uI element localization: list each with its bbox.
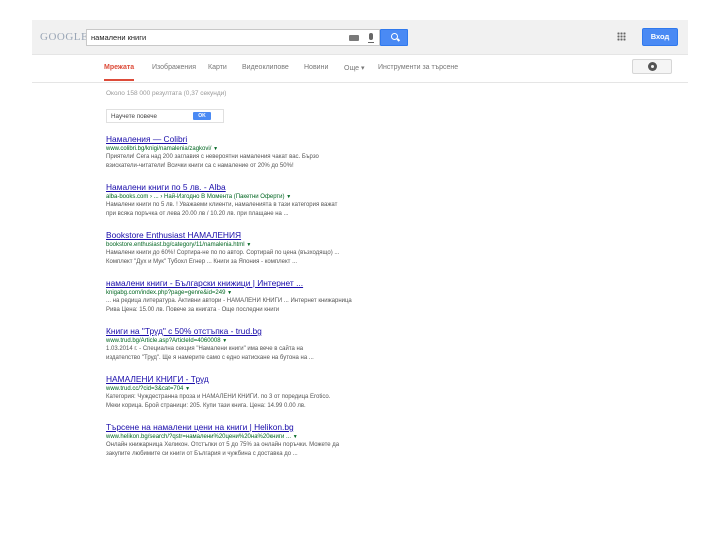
search-icon <box>391 33 398 40</box>
search-tabs: Мрежата Изображения Карти Видеоклипове Н… <box>32 54 688 83</box>
result-snippet-line: Намалени книги по 5 лв. ! Уважаеми клиен… <box>106 202 338 208</box>
apps-grid-icon[interactable] <box>617 32 626 41</box>
result-title-link[interactable]: Намаления — Colibri <box>106 134 406 145</box>
result-snippet-line: Меки корица. Брой страници: 205. Купи та… <box>106 402 306 409</box>
url-dropdown-icon[interactable]: ▼ <box>185 386 190 392</box>
result-url-text: www.colibri.bg/knigi/namalenia/zagkovi/ <box>106 146 212 152</box>
result-snippet-line: издателство "Труд". Ще я намерите само с… <box>106 354 314 361</box>
result-url: www.trud.cc/?cid=3&cat=704 ▼ <box>106 385 406 393</box>
result-title-link[interactable]: Bookstore Enthusiast НАМАЛЕНИЯ <box>106 230 406 241</box>
tab-news[interactable]: Новини <box>304 64 328 71</box>
active-tab-indicator <box>104 79 134 81</box>
result-snippet-line: взискатели-читатели! Всички книги са с н… <box>106 162 294 169</box>
search-result: Намаления — Colibri www.colibri.bg/knigi… <box>106 134 406 170</box>
results-list: Намаления — Colibri www.colibri.bg/knigi… <box>106 134 406 470</box>
google-logo[interactable]: GOOGLE <box>40 31 88 43</box>
result-snippet-line: Категория: Чуждестранна проза и НАМАЛЕНИ… <box>106 394 331 400</box>
result-snippet-line: при всяка поръчка от лева 20.00 лв / 10.… <box>106 210 289 217</box>
result-snippet-line: Приятели! Сега над 200 заглавия с неверо… <box>106 154 319 160</box>
result-url-text: www.trud.bg/Article.asp?ArticleId=406000… <box>106 338 221 344</box>
signin-button[interactable]: Вход <box>642 28 678 46</box>
tab-maps[interactable]: Карти <box>208 64 227 71</box>
result-url-text: alba-books.com › ... › Най-Изгодно В Мом… <box>106 194 285 200</box>
result-snippet-line: Комплект "Дух и Мук" Тубохл Егнер ... Кн… <box>106 258 298 265</box>
result-snippet-line: Рива Цена: 15.00 лв. Повече за книгата ·… <box>106 306 280 313</box>
result-url: knigabg.com/index.php?page=genre&id=249 … <box>106 289 406 297</box>
tab-search-tools[interactable]: Инструменти за търсене <box>378 64 458 71</box>
result-snippet-line: Онлайн книжарница Хеликон. Отстъпки от 5… <box>106 442 340 448</box>
search-result: Bookstore Enthusiast НАМАЛЕНИЯ bookstore… <box>106 230 406 266</box>
search-result: Намалени книги по 5 лв. - Alba alba-book… <box>106 182 406 218</box>
url-dropdown-icon[interactable]: ▼ <box>213 146 218 152</box>
result-url: www.colibri.bg/knigi/namalenia/zagkovi/ … <box>106 145 406 153</box>
search-button[interactable] <box>380 29 408 46</box>
result-url-text: knigabg.com/index.php?page=genre&id=249 <box>106 290 226 296</box>
result-title-link[interactable]: Книги на "Труд" с 50% отстъпка - trud.bg <box>106 326 406 337</box>
result-title-link[interactable]: НАМАЛЕНИ КНИГИ - Труд <box>106 374 406 385</box>
result-title-link[interactable]: Търсене на намалени цени на книги | Heli… <box>106 422 406 433</box>
search-input[interactable] <box>91 31 331 44</box>
tab-videos[interactable]: Видеоклипове <box>242 64 289 71</box>
tab-images[interactable]: Изображения <box>152 64 196 71</box>
promo-text: Научете повече <box>111 113 158 120</box>
gear-icon <box>648 62 657 71</box>
microphone-icon[interactable] <box>368 33 374 43</box>
search-result: намалени книги - Български книжици | Инт… <box>106 278 406 314</box>
url-dropdown-icon[interactable]: ▼ <box>246 242 251 248</box>
result-url: www.trud.bg/Article.asp?ArticleId=406000… <box>106 337 406 345</box>
url-dropdown-icon[interactable]: ▼ <box>286 194 291 200</box>
tab-web[interactable]: Мрежата <box>104 64 134 71</box>
result-snippet-line: 1.03.2014 г. - Специална секция "Намален… <box>106 346 304 352</box>
browser-page: GOOGLE Вход Мрежата Изображения Карти Ви… <box>32 20 688 457</box>
result-snippet-line: Намалени книги до 60%! Сортира-не по по … <box>106 250 340 256</box>
url-dropdown-icon[interactable]: ▼ <box>227 290 232 296</box>
search-result: НАМАЛЕНИ КНИГИ - Труд www.trud.cc/?cid=3… <box>106 374 406 410</box>
result-url-text: www.trud.cc/?cid=3&cat=704 <box>106 386 184 392</box>
url-dropdown-icon[interactable]: ▼ <box>222 338 227 344</box>
result-snippet-line: закупите любимите си книги от България и… <box>106 450 298 457</box>
tab-more[interactable]: Още ▾ <box>344 64 364 72</box>
result-snippet-line: ... на редица литература. Активни автори… <box>106 298 352 304</box>
keyboard-icon[interactable] <box>349 35 359 41</box>
settings-button[interactable] <box>632 59 672 74</box>
result-stats: Около 158 000 резултата (0,37 секунди) <box>106 90 227 97</box>
result-url: alba-books.com › ... › Най-Изгодно В Мом… <box>106 193 406 201</box>
result-url: www.helikon.bg/search/?qstr=намалени%20ц… <box>106 433 406 441</box>
logo-text: GOOGLE <box>40 31 89 43</box>
top-bar: GOOGLE Вход <box>32 20 688 55</box>
search-result: Търсене на намалени цени на книги | Heli… <box>106 422 406 458</box>
promo-ok-button[interactable]: OK <box>193 112 211 120</box>
result-url-text: www.helikon.bg/search/?qstr=намалени%20ц… <box>106 434 292 440</box>
result-title-link[interactable]: Намалени книги по 5 лв. - Alba <box>106 182 406 193</box>
result-title-link[interactable]: намалени книги - Български книжици | Инт… <box>106 278 406 289</box>
search-box[interactable] <box>86 29 380 46</box>
promo-box: Научете повече OK <box>106 109 224 123</box>
result-url: bookstore.enthusiast.bg/category/11/nama… <box>106 241 406 249</box>
result-url-text: bookstore.enthusiast.bg/category/11/nama… <box>106 242 245 248</box>
url-dropdown-icon[interactable]: ▼ <box>293 434 298 440</box>
search-result: Книги на "Труд" с 50% отстъпка - trud.bg… <box>106 326 406 362</box>
